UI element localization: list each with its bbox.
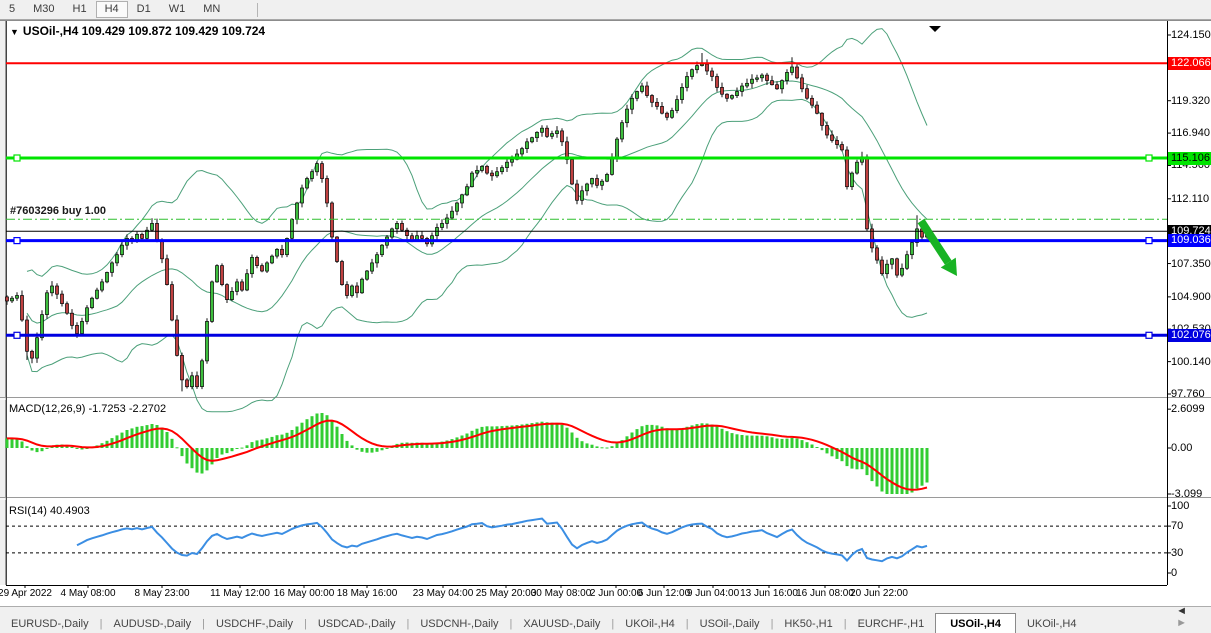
timeframe-button-d1[interactable]: D1 [128, 1, 160, 18]
date-axis-label: 30 May 08:00 [531, 588, 592, 599]
tab-ukoil-h4[interactable]: UKOil-,H4 [1016, 614, 1088, 633]
macd-tick-label: 2.6099 [1171, 403, 1205, 415]
price-tick-label: 97.760 [1171, 388, 1205, 400]
rsi-tick-label: 70 [1171, 520, 1183, 532]
chart-dropdown-icon[interactable]: ▼ [10, 27, 19, 37]
price-badge: 109.036 [1168, 234, 1211, 247]
rsi-tick-label: 0 [1171, 567, 1177, 579]
timeframe-button-w1[interactable]: W1 [160, 1, 195, 18]
order-label: #7603296 buy 1.00 [10, 205, 106, 217]
date-axis-label: 20 Jun 22:00 [850, 588, 908, 599]
price-tick-label: 100.140 [1171, 356, 1211, 368]
rsi-tick-label: 100 [1171, 500, 1189, 512]
tab-usoil-daily[interactable]: USOil-,Daily [689, 614, 771, 633]
date-axis-label: 16 Jun 08:00 [796, 588, 854, 599]
price-tick-label: 104.900 [1171, 291, 1211, 303]
date-axis-label: 29 Apr 2022 [0, 588, 52, 599]
support-line-blue-handle[interactable] [1146, 238, 1152, 244]
timeframe-button-h1[interactable]: H1 [64, 1, 96, 18]
date-axis-label: 13 Jun 16:00 [740, 588, 798, 599]
symbol-tab-bar: EURUSD-,Daily|AUDUSD-,Daily|USDCHF-,Dail… [0, 606, 1211, 633]
date-axis-label: 4 May 08:00 [60, 588, 115, 599]
chart-title-text: USOil-,H4 109.429 109.872 109.429 109.72… [23, 24, 265, 38]
support-line-navy-handle[interactable] [14, 332, 20, 338]
rsi-indicator-label: RSI(14) 40.4903 [9, 505, 90, 517]
tab-usdchf-daily[interactable]: USDCHF-,Daily [205, 614, 304, 633]
date-axis-label: 23 May 04:00 [413, 588, 474, 599]
timeframe-button-h4[interactable]: H4 [96, 1, 128, 18]
level-line-green-handle[interactable] [1146, 155, 1152, 161]
macd-tick-label: 0.00 [1171, 442, 1192, 454]
price-tick-label: 116.940 [1171, 127, 1210, 139]
tab-audusd-daily[interactable]: AUDUSD-,Daily [102, 614, 202, 633]
price-tick-label: 112.110 [1171, 193, 1209, 205]
price-badge: 115.106 [1168, 152, 1211, 165]
date-axis-label: 2 Jun 00:00 [590, 588, 642, 599]
price-tick-label: 119.320 [1171, 95, 1210, 107]
macd-indicator-label: MACD(12,26,9) -1.7253 -2.2702 [9, 403, 166, 415]
support-line-blue-handle[interactable] [14, 238, 20, 244]
timeframe-button-5[interactable]: 5 [0, 1, 24, 18]
tab-eurchf-h1[interactable]: EURCHF-,H1 [847, 614, 936, 633]
rsi-tick-label: 30 [1171, 547, 1183, 559]
tab-scroll-arrows: ◄► [1176, 605, 1197, 633]
terminal-window: 5M30H1H4D1W1MN ▼ USOil-,H4 109.429 109.87… [0, 0, 1211, 633]
price-tick-label: 107.350 [1171, 258, 1211, 270]
tab-xauusd-daily[interactable]: XAUUSD-,Daily [512, 614, 611, 633]
price-tick-label: 124.150 [1171, 29, 1211, 41]
date-axis-label: 16 May 00:00 [274, 588, 335, 599]
macd-tick-label: -3.099 [1171, 488, 1202, 500]
tab-usoil-h4[interactable]: USOil-,H4 [935, 613, 1016, 633]
timeframe-toolbar: 5M30H1H4D1W1MN [0, 0, 1211, 20]
chart-title: ▼ USOil-,H4 109.429 109.872 109.429 109.7… [10, 24, 265, 38]
tab-scroll-left-icon[interactable]: ◄ [1176, 605, 1187, 617]
support-line-navy-handle[interactable] [1146, 332, 1152, 338]
toolbar-separator [257, 3, 258, 17]
date-axis-label: 8 May 23:00 [134, 588, 189, 599]
tab-usdcnh-daily[interactable]: USDCNH-,Daily [409, 614, 509, 633]
tab-ukoil-h4[interactable]: UKOil-,H4 [614, 614, 686, 633]
chart-canvas[interactable] [0, 0, 1211, 633]
date-axis-label: 18 May 16:00 [337, 588, 398, 599]
tab-hk50-h1[interactable]: HK50-,H1 [773, 614, 843, 633]
price-badge: 122.066 [1168, 57, 1211, 70]
tab-eurusd-daily[interactable]: EURUSD-,Daily [0, 614, 100, 633]
date-axis-label: 9 Jun 04:00 [687, 588, 739, 599]
date-axis-label: 6 Jun 12:00 [638, 588, 690, 599]
tab-scroll-right-icon[interactable]: ► [1176, 617, 1197, 629]
timeframe-button-mn[interactable]: MN [194, 1, 229, 18]
date-axis-label: 25 May 20:00 [476, 588, 537, 599]
timeframe-button-m30[interactable]: M30 [24, 1, 63, 18]
price-badge: 102.076 [1168, 329, 1211, 342]
tab-usdcad-daily[interactable]: USDCAD-,Daily [307, 614, 407, 633]
date-axis-label: 11 May 12:00 [210, 588, 270, 599]
level-line-green-handle[interactable] [14, 155, 20, 161]
